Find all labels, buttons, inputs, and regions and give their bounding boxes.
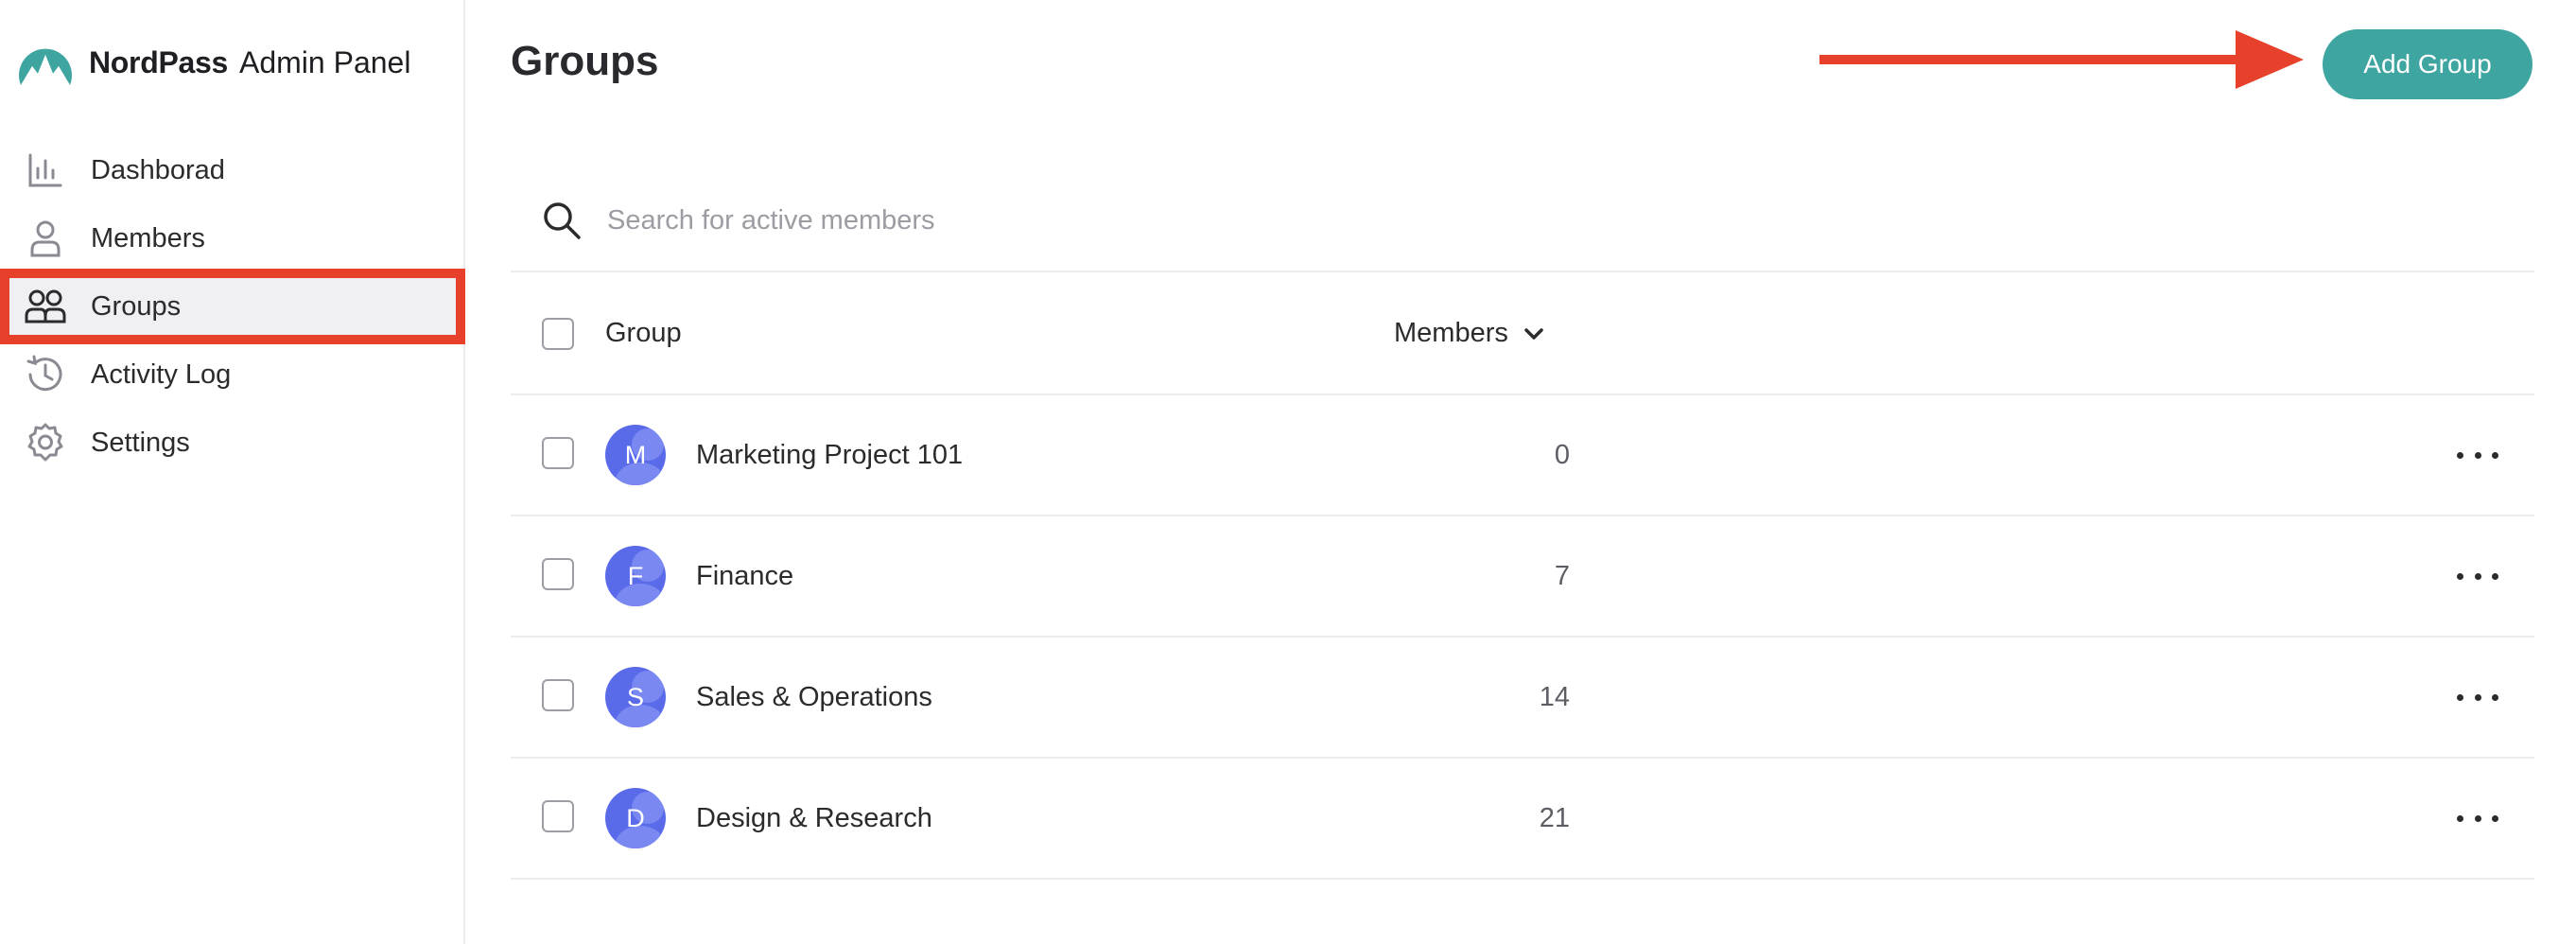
table-header: Group Members	[511, 272, 2534, 395]
group-avatar-initial: F	[627, 561, 644, 590]
group-avatar-initial: M	[624, 440, 647, 469]
sidebar-item-settings[interactable]: Settings	[0, 409, 465, 477]
search-input[interactable]	[607, 204, 1742, 236]
group-avatar: S	[605, 667, 666, 727]
column-header-group: Group	[605, 318, 682, 348]
chevron-down-icon	[1524, 327, 1543, 340]
brand[interactable]: NordPass Admin Panel	[15, 34, 410, 91]
table-row[interactable]: M Marketing Project 101 0	[511, 395, 2534, 516]
add-group-button[interactable]: Add Group	[2323, 29, 2532, 99]
sidebar-item-label: Groups	[91, 290, 182, 322]
user-icon	[23, 216, 68, 261]
arrow-annotation-icon	[1819, 30, 2304, 89]
table-row[interactable]: F Finance 7	[511, 516, 2534, 638]
column-header-members-label: Members	[1394, 318, 1508, 348]
sidebar-item-label: Activity Log	[91, 358, 232, 390]
group-avatar-initial: S	[626, 682, 644, 711]
search-icon	[544, 202, 581, 239]
select-all-checkbox[interactable]	[542, 318, 574, 350]
group-member-count: 14	[1539, 682, 1570, 712]
group-list: M Marketing Project 101 0 F Finance 7 S …	[511, 395, 2534, 880]
row-checkbox[interactable]	[542, 558, 574, 590]
search-bar	[511, 170, 2534, 272]
group-member-count: 0	[1554, 440, 1570, 470]
page-title: Groups	[511, 38, 659, 84]
sidebar-item-dashboard[interactable]: Dashborad	[0, 136, 465, 204]
sidebar-item-members[interactable]: Members	[0, 204, 465, 272]
group-name[interactable]: Marketing Project 101	[696, 440, 963, 471]
history-icon	[23, 352, 68, 397]
row-checkbox[interactable]	[542, 437, 574, 469]
group-member-count: 21	[1539, 803, 1570, 833]
sidebar-item-groups[interactable]: Groups	[0, 272, 465, 341]
table-row[interactable]: D Design & Research 21	[511, 759, 2534, 880]
group-name[interactable]: Design & Research	[696, 803, 932, 834]
users-icon	[23, 284, 68, 329]
group-avatar: F	[605, 546, 666, 606]
group-avatar: D	[605, 788, 666, 848]
group-avatar: M	[605, 425, 666, 485]
sidebar-item-label: Members	[91, 222, 205, 253]
brand-name: NordPass	[89, 44, 228, 79]
row-checkbox[interactable]	[542, 679, 574, 711]
sidebar: NordPass Admin Panel Dashborad Members G…	[0, 0, 465, 944]
group-name[interactable]: Finance	[696, 561, 793, 592]
more-options-icon[interactable]	[2457, 683, 2498, 711]
group-member-count: 7	[1554, 561, 1570, 591]
row-checkbox[interactable]	[542, 800, 574, 832]
more-options-icon[interactable]	[2457, 804, 2498, 832]
brand-subtitle: Admin Panel	[239, 44, 411, 79]
more-options-icon[interactable]	[2457, 441, 2498, 469]
sidebar-nav: Dashborad Members Groups Activity Log Se…	[0, 136, 465, 477]
gear-icon	[23, 420, 68, 465]
column-header-members[interactable]: Members	[1394, 318, 1546, 349]
sidebar-item-label: Dashborad	[91, 154, 225, 185]
more-options-icon[interactable]	[2457, 562, 2498, 590]
sidebar-item-activity-log[interactable]: Activity Log	[0, 341, 465, 409]
group-name[interactable]: Sales & Operations	[696, 682, 932, 713]
table-row[interactable]: S Sales & Operations 14	[511, 638, 2534, 759]
bar-chart-icon	[23, 148, 68, 193]
nordpass-logo-icon	[19, 48, 73, 85]
group-avatar-initial: D	[626, 803, 645, 832]
sidebar-item-label: Settings	[91, 427, 190, 458]
